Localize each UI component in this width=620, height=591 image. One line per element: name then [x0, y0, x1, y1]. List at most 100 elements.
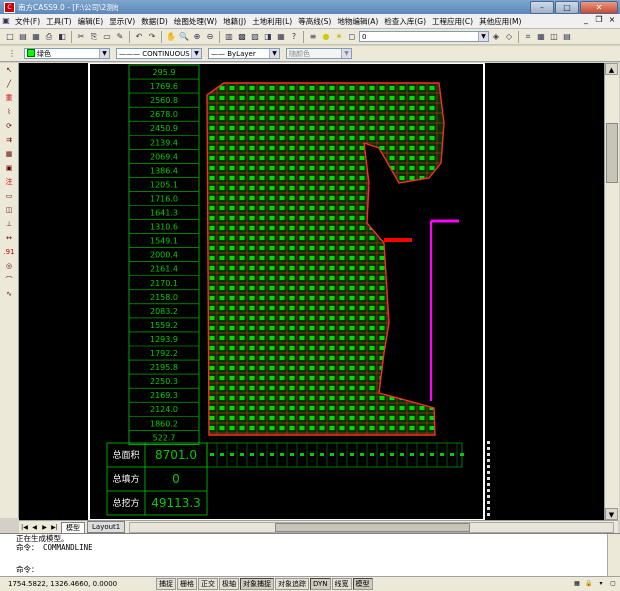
menu-draw[interactable]: 绘图处理(W) [171, 16, 220, 27]
scroll-up-icon[interactable]: ▲ [605, 63, 618, 75]
redraw-tool[interactable]: 重 [2, 92, 16, 105]
zoom-prev-icon[interactable]: ⊖ [204, 31, 216, 43]
hscroll-thumb[interactable] [275, 522, 471, 532]
layer-manager-icon[interactable]: ≡ [307, 31, 319, 43]
command-prompt[interactable]: 命令： [16, 564, 39, 575]
prev-tab-icon[interactable]: ◀ [30, 523, 39, 532]
doc-close-icon[interactable]: × [607, 15, 617, 25]
status-menu-icon[interactable]: ▾ [596, 579, 606, 589]
new-file-icon[interactable]: □ [4, 31, 16, 43]
color-combo[interactable]: 绿色 ▼ [24, 48, 110, 59]
spline-icon[interactable]: ∿ [2, 288, 16, 301]
menu-edit[interactable]: 编辑(E) [75, 16, 107, 27]
chevron-down-icon[interactable]: ▼ [269, 49, 279, 58]
offset-icon[interactable]: ⇉ [2, 134, 16, 147]
measure-icon[interactable]: ⊥ [2, 218, 16, 231]
circle-icon[interactable]: ◎ [2, 260, 16, 273]
polyline-icon[interactable]: ⌇ [2, 106, 16, 119]
doc-icon[interactable]: ▣ [0, 15, 12, 27]
menu-contour[interactable]: 等高线(S) [295, 16, 334, 27]
match-prop-icon[interactable]: ✎ [114, 31, 126, 43]
menu-cadastre[interactable]: 地籍(J) [220, 16, 249, 27]
horizontal-scrollbar[interactable] [129, 521, 614, 533]
osnap-toggle[interactable]: 对象捕捉 [240, 578, 274, 590]
model-toggle[interactable]: 模型 [352, 578, 373, 590]
properties-icon[interactable]: ▥ [223, 31, 235, 43]
pan-icon[interactable]: ✋ [165, 31, 177, 43]
status-lock-icon[interactable]: 🔒 [584, 579, 594, 589]
menu-data[interactable]: 数据(D) [138, 16, 171, 27]
last-tab-icon[interactable]: ▶| [50, 523, 59, 532]
design-center-icon[interactable]: ▩ [236, 31, 248, 43]
pointer-icon[interactable]: ↖ [2, 64, 16, 77]
dyn-toggle[interactable]: DYN [310, 578, 331, 590]
cut-icon[interactable]: ✂ [75, 31, 87, 43]
minimize-button[interactable]: – [530, 1, 554, 14]
command-window[interactable]: 正在生成模型。 命令： COMMANDLINE 命令： [0, 533, 620, 576]
copy-icon[interactable]: ⎘ [88, 31, 100, 43]
save-icon[interactable]: ▦ [30, 31, 42, 43]
clean-screen-icon[interactable]: ▢ [608, 579, 618, 589]
menu-feature-edit[interactable]: 地物编辑(A) [334, 16, 381, 27]
make-current-icon[interactable]: ◈ [490, 31, 502, 43]
arc-icon[interactable]: ⌒ [2, 274, 16, 287]
print-icon[interactable]: ⎙ [43, 31, 55, 43]
linetype-combo[interactable]: ——— CONTINUOUS ▼ [116, 48, 202, 59]
scroll-down-icon[interactable]: ▼ [605, 508, 618, 520]
lineweight-combo[interactable]: —— ByLayer ▼ [208, 48, 280, 59]
open-file-icon[interactable]: ▤ [17, 31, 29, 43]
zoom-window-icon[interactable]: ⊕ [191, 31, 203, 43]
lineweight-toggle[interactable]: 线宽 [331, 578, 352, 590]
menu-check[interactable]: 检查入库(G) [381, 16, 429, 27]
polar-toggle[interactable]: 极轴 [219, 578, 239, 590]
scroll-thumb[interactable] [606, 123, 618, 183]
layer-lock-icon[interactable]: ◻ [346, 31, 358, 43]
next-tab-icon[interactable]: ▶ [40, 523, 49, 532]
annotate-tool[interactable]: 注 [2, 176, 16, 189]
menu-other[interactable]: 其他应用(M) [476, 16, 524, 27]
line-tool-icon[interactable]: ╱ [2, 78, 16, 91]
drawing-svg[interactable]: 295.9 1769.6 2560.8 2678.0 2450.9 2139.4 2069.… [19, 62, 604, 521]
vertical-scrollbar[interactable]: ▲ ▼ [604, 63, 619, 520]
dimension-icon[interactable]: ↔ [2, 232, 16, 245]
tab-model[interactable]: 模型 [61, 521, 85, 533]
extra-tool3-icon[interactable]: ◫ [548, 31, 560, 43]
chevron-down-icon[interactable]: ▼ [99, 49, 109, 58]
layer-on-icon[interactable]: ● [320, 31, 332, 43]
tool-palette-icon[interactable]: ▨ [249, 31, 261, 43]
menu-tools[interactable]: 工具(T) [43, 16, 74, 27]
help-icon[interactable]: ? [288, 31, 300, 43]
preview-icon[interactable]: ◧ [56, 31, 68, 43]
menu-landuse[interactable]: 土地利用(L) [249, 16, 295, 27]
rotate-icon[interactable]: ⟳ [2, 120, 16, 133]
undo-icon[interactable]: ↶ [133, 31, 145, 43]
layer-previous-icon[interactable]: ◇ [503, 31, 515, 43]
paste-icon[interactable]: ▭ [101, 31, 113, 43]
calc-icon[interactable]: ▦ [275, 31, 287, 43]
chevron-down-icon[interactable]: ▼ [191, 49, 201, 58]
chevron-down-icon[interactable]: ▼ [478, 32, 488, 41]
ortho-toggle[interactable]: 正交 [198, 578, 218, 590]
otrack-toggle[interactable]: 对象追踪 [275, 578, 309, 590]
redo-icon[interactable]: ↷ [146, 31, 158, 43]
doc-restore-icon[interactable]: ❐ [594, 15, 604, 25]
snap-toggle[interactable]: 捕捉 [156, 578, 176, 590]
region-icon[interactable]: ◫ [2, 204, 16, 217]
status-tray-icon[interactable]: ▦ [572, 579, 582, 589]
markup-icon[interactable]: ◨ [262, 31, 274, 43]
block-icon[interactable]: ▣ [2, 162, 16, 175]
tab-layout1[interactable]: Layout1 [87, 521, 126, 533]
layer-combo[interactable]: 0 ▼ [359, 31, 489, 42]
menu-view[interactable]: 显示(V) [106, 16, 138, 27]
menu-file[interactable]: 文件(F) [12, 16, 43, 27]
extra-tool4-icon[interactable]: ▤ [561, 31, 573, 43]
grid-toggle[interactable]: 栅格 [177, 578, 197, 590]
hatch-icon[interactable]: ▦ [2, 148, 16, 161]
maximize-button[interactable]: □ [555, 1, 579, 14]
layer-freeze-icon[interactable]: ☀ [333, 31, 345, 43]
menu-engineering[interactable]: 工程应用(C) [429, 16, 476, 27]
extra-tool2-icon[interactable]: ▦ [535, 31, 547, 43]
zoom-icon[interactable]: 🔍 [178, 31, 190, 43]
command-scrollbar[interactable] [607, 534, 620, 576]
extra-tool-icon[interactable]: ⌗ [522, 31, 534, 43]
